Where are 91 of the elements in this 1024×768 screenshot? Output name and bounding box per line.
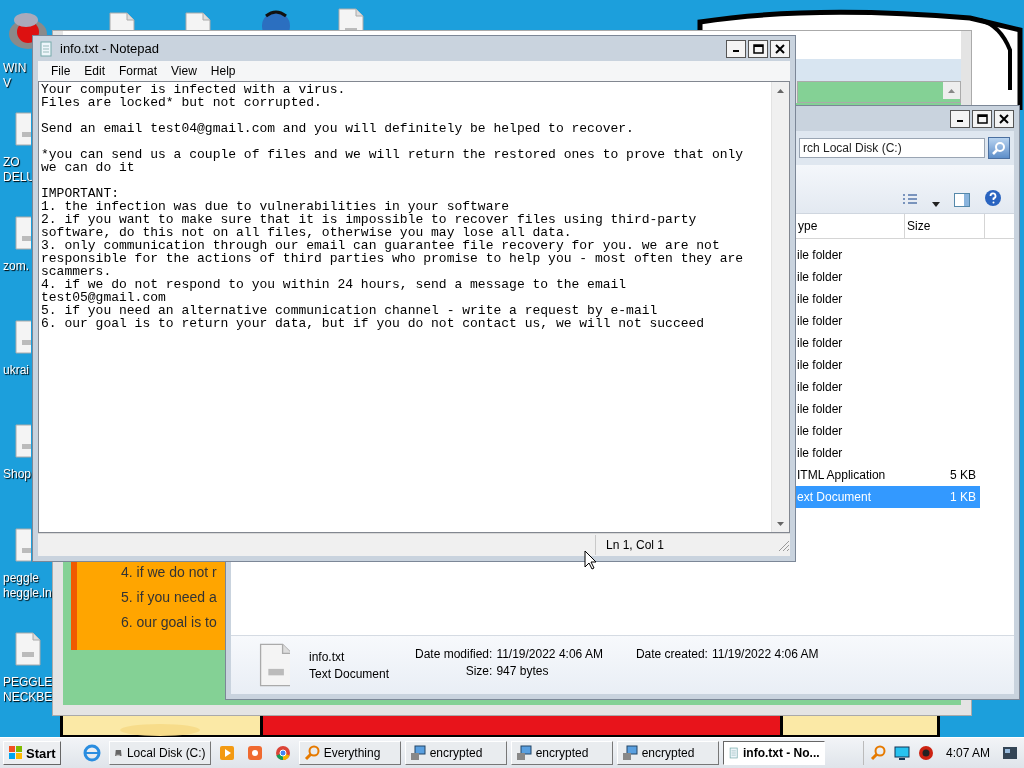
field-value: 11/19/2022 4:06 AM <box>496 647 603 661</box>
browser-icon[interactable] <box>82 744 101 762</box>
notepad-icon <box>727 745 739 761</box>
file-type[interactable]: ile folder <box>796 442 905 464</box>
program-icon <box>409 745 426 761</box>
app-icon[interactable] <box>246 745 263 761</box>
search-field[interactable]: rch Local Disk (C:) <box>799 138 985 158</box>
icon-label: ukrai <box>2 363 29 378</box>
notepad-icon <box>38 40 54 57</box>
close-icon <box>775 43 785 54</box>
list-item: 4. if we do not r <box>121 563 218 582</box>
file-type[interactable]: ile folder <box>796 310 905 332</box>
icon-label: Shop <box>2 467 32 482</box>
speaker-icon[interactable] <box>917 745 934 761</box>
list-item: 5. if you need a <box>121 588 218 607</box>
taskbar-button[interactable]: encrypted <box>510 741 613 765</box>
close-button[interactable] <box>770 39 790 58</box>
file-type[interactable]: ile folder <box>796 244 905 266</box>
taskbar-button[interactable]: encrypted <box>404 741 507 765</box>
field-value: 947 bytes <box>496 664 550 678</box>
file-type[interactable]: ile folder <box>796 398 905 420</box>
taskbar-button[interactable]: encrypted <box>616 741 719 765</box>
preview-pane-icon[interactable] <box>954 193 970 207</box>
file-type[interactable]: ile folder <box>796 376 905 398</box>
file-name: info.txt <box>309 649 346 664</box>
window-title: info.txt - Notepad <box>60 41 160 56</box>
icon-label: peggle <box>2 571 41 586</box>
search-button[interactable] <box>988 137 1010 159</box>
scroll-up-icon[interactable] <box>943 82 960 99</box>
minimize-button[interactable] <box>950 109 970 128</box>
status-text: Ln 1, Col 1 <box>595 535 776 555</box>
monitor-icon[interactable] <box>893 745 910 761</box>
icon-label: WIN <box>2 61 27 76</box>
dropdown-icon[interactable] <box>932 202 940 207</box>
search-icon <box>992 141 1006 155</box>
column-header[interactable]: ype <box>796 214 905 239</box>
icon-label: heggle.ln <box>2 586 52 601</box>
file-icon <box>14 424 31 458</box>
icon-label: PEGGLE <box>2 675 53 690</box>
windows-logo-icon <box>8 745 24 761</box>
file-size: 1 KB <box>950 490 976 504</box>
file-icon <box>14 632 42 666</box>
icon-label: NECKBE <box>2 690 53 705</box>
search-icon <box>303 745 320 761</box>
field-value: 11/19/2022 4:06 AM <box>711 647 819 661</box>
clock[interactable]: 4:07 AM <box>945 746 990 760</box>
maximize-icon <box>976 113 988 124</box>
file-icon <box>14 528 31 562</box>
close-icon <box>999 113 1009 124</box>
column-header[interactable]: Size <box>905 214 985 239</box>
maximize-button[interactable] <box>748 39 768 58</box>
maximize-icon <box>752 43 764 54</box>
file-type[interactable]: ile folder <box>796 288 905 310</box>
menu-item[interactable]: Format <box>112 64 165 78</box>
icon-label: V <box>2 76 12 91</box>
program-icon <box>515 745 532 761</box>
menu-item[interactable]: Edit <box>77 64 113 78</box>
menu-item[interactable]: Help <box>203 64 243 78</box>
icon-label: zom. <box>2 259 29 274</box>
maximize-button[interactable] <box>972 109 992 128</box>
view-list-icon[interactable] <box>902 193 918 207</box>
file-type[interactable]: ile folder <box>796 354 905 376</box>
field-label: Size: <box>464 664 493 678</box>
file-type: Text Document <box>309 666 391 681</box>
chrome-icon[interactable] <box>274 745 291 761</box>
file-type[interactable]: ile folder <box>796 266 905 288</box>
minimize-button[interactable] <box>726 39 746 58</box>
file-type[interactable]: ile folder <box>796 332 905 354</box>
file-type[interactable]: ITML Application <box>796 464 905 486</box>
search-icon[interactable] <box>869 745 886 761</box>
close-button[interactable] <box>994 109 1014 128</box>
file-size: 5 KB <box>950 468 976 482</box>
help-icon[interactable] <box>984 189 1002 207</box>
file-icon <box>14 112 31 146</box>
list-item: 6. our goal is to <box>121 613 218 632</box>
taskbar-button[interactable]: info.txt - No... <box>722 741 825 765</box>
file-icon <box>14 320 31 354</box>
field-label: Date modified: <box>415 647 493 661</box>
program-icon <box>621 745 638 761</box>
text-file-icon <box>258 643 290 687</box>
taskbar-button[interactable]: Local Disk (C:) <box>108 741 211 765</box>
field-label: Date created: <box>635 647 708 661</box>
menu-item[interactable]: File <box>44 64 78 78</box>
taskbar-button[interactable]: Everything <box>298 741 401 765</box>
file-type[interactable]: ile folder <box>796 420 905 442</box>
file-icon <box>14 216 31 250</box>
start-button[interactable]: Start <box>3 741 61 765</box>
resize-grip-icon[interactable] <box>776 538 790 552</box>
cursor-icon <box>584 550 597 570</box>
icon-label: ZO <box>2 155 21 170</box>
menu-item[interactable]: View <box>164 64 204 78</box>
